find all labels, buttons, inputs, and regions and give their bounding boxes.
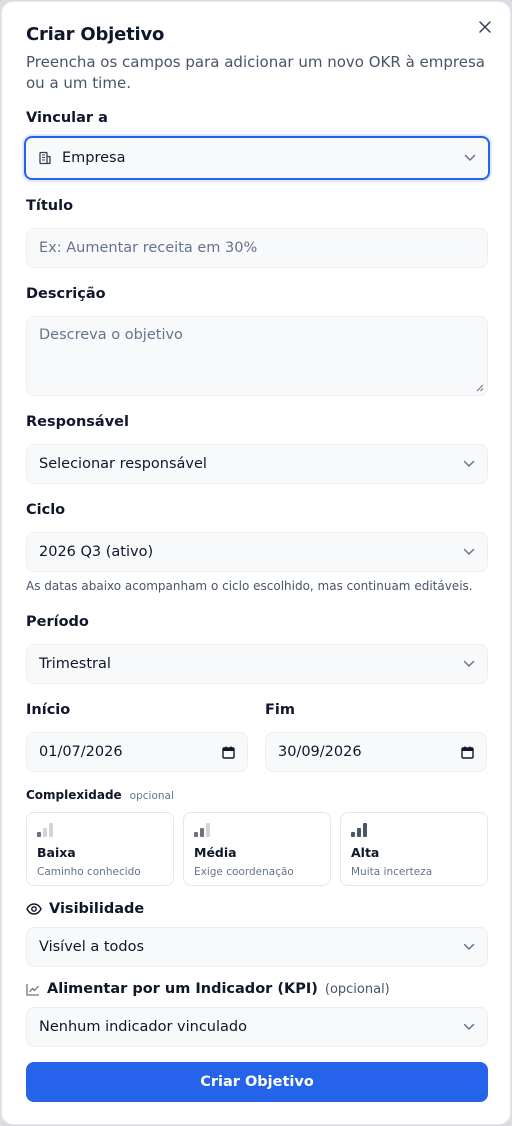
- dialog-subtitle: Preencha os campos para adicionar um nov…: [26, 53, 485, 92]
- visibility-label: Visibilidade: [49, 901, 145, 917]
- title-input[interactable]: Ex: Aumentar receita em 30%: [26, 228, 488, 268]
- chevron-down-icon: [464, 154, 476, 162]
- dialog-title: Criar Objetivo: [26, 24, 165, 45]
- chevron-down-icon: [463, 548, 475, 556]
- owner-label: Responsável: [26, 414, 129, 430]
- visibility-select[interactable]: Visível a todos: [26, 927, 488, 967]
- signal-medium-icon: [194, 823, 320, 837]
- cycle-hint: As datas abaixo acompanham o ciclo escol…: [26, 579, 473, 593]
- cycle-label: Ciclo: [26, 502, 66, 518]
- complexity-header: Complexidade opcional: [26, 788, 174, 802]
- complexity-option-desc: Caminho conhecido: [37, 866, 141, 878]
- close-icon: [479, 21, 491, 33]
- owner-value: Selecionar responsável: [39, 456, 207, 472]
- start-date-input[interactable]: 01/07/2026: [26, 732, 248, 772]
- eye-icon: [26, 903, 42, 915]
- title-label: Título: [26, 198, 74, 214]
- title-placeholder: Ex: Aumentar receita em 30%: [39, 240, 258, 256]
- close-button[interactable]: [474, 16, 496, 38]
- complexity-option-desc: Exige coordenação: [194, 866, 294, 878]
- chevron-down-icon: [463, 1023, 475, 1031]
- building-icon: [39, 151, 51, 165]
- period-label: Período: [26, 614, 89, 630]
- cycle-value: 2026 Q3 (ativo): [39, 544, 154, 560]
- cycle-select[interactable]: 2026 Q3 (ativo): [26, 532, 488, 572]
- resize-handle-icon[interactable]: [476, 384, 484, 392]
- complexity-option-high[interactable]: Alta Muita incerteza: [340, 812, 488, 886]
- complexity-option-desc: Muita incerteza: [351, 866, 433, 878]
- create-objective-dialog: Criar Objetivo Preencha os campos para a…: [1, 1, 511, 1125]
- line-chart-icon: [26, 983, 39, 996]
- create-objective-button[interactable]: Criar Objetivo: [26, 1062, 488, 1102]
- period-value: Trimestral: [39, 656, 111, 672]
- kpi-label: Alimentar por um Indicador (KPI): [47, 981, 318, 997]
- visibility-value: Visível a todos: [39, 939, 145, 955]
- description-placeholder: Descreva o objetivo: [39, 327, 183, 343]
- complexity-option-name: Baixa: [37, 845, 76, 860]
- chevron-down-icon: [463, 460, 475, 468]
- kpi-value: Nenhum indicador vinculado: [39, 1019, 247, 1035]
- complexity-option-low[interactable]: Baixa Caminho conhecido: [26, 812, 174, 886]
- period-select[interactable]: Trimestral: [26, 644, 488, 684]
- link-select[interactable]: Empresa: [24, 136, 490, 180]
- chevron-down-icon: [463, 943, 475, 951]
- signal-high-icon: [351, 823, 477, 837]
- end-date-input[interactable]: 30/09/2026: [265, 732, 487, 772]
- kpi-select[interactable]: Nenhum indicador vinculado: [26, 1007, 488, 1047]
- complexity-option-name: Média: [194, 845, 237, 860]
- link-label: Vincular a: [26, 110, 108, 126]
- start-label: Início: [26, 702, 71, 718]
- complexity-label: Complexidade: [26, 788, 122, 802]
- calendar-icon[interactable]: [222, 746, 235, 759]
- chevron-down-icon: [463, 660, 475, 668]
- complexity-optional: opcional: [129, 790, 174, 802]
- start-date-value: 01/07/2026: [39, 744, 123, 760]
- end-date-value: 30/09/2026: [278, 744, 362, 760]
- description-textarea[interactable]: Descreva o objetivo: [26, 316, 488, 396]
- complexity-option-medium[interactable]: Média Exige coordenação: [183, 812, 331, 886]
- description-label: Descrição: [26, 286, 106, 302]
- link-value: Empresa: [62, 150, 126, 166]
- kpi-optional: (opcional): [324, 981, 390, 997]
- visibility-header: Visibilidade: [26, 901, 144, 917]
- owner-select[interactable]: Selecionar responsável: [26, 444, 488, 484]
- signal-low-icon: [37, 823, 163, 837]
- calendar-icon[interactable]: [461, 746, 474, 759]
- complexity-option-name: Alta: [351, 845, 380, 860]
- end-label: Fim: [265, 702, 295, 718]
- kpi-header: Alimentar por um Indicador (KPI) (opcion…: [26, 981, 390, 997]
